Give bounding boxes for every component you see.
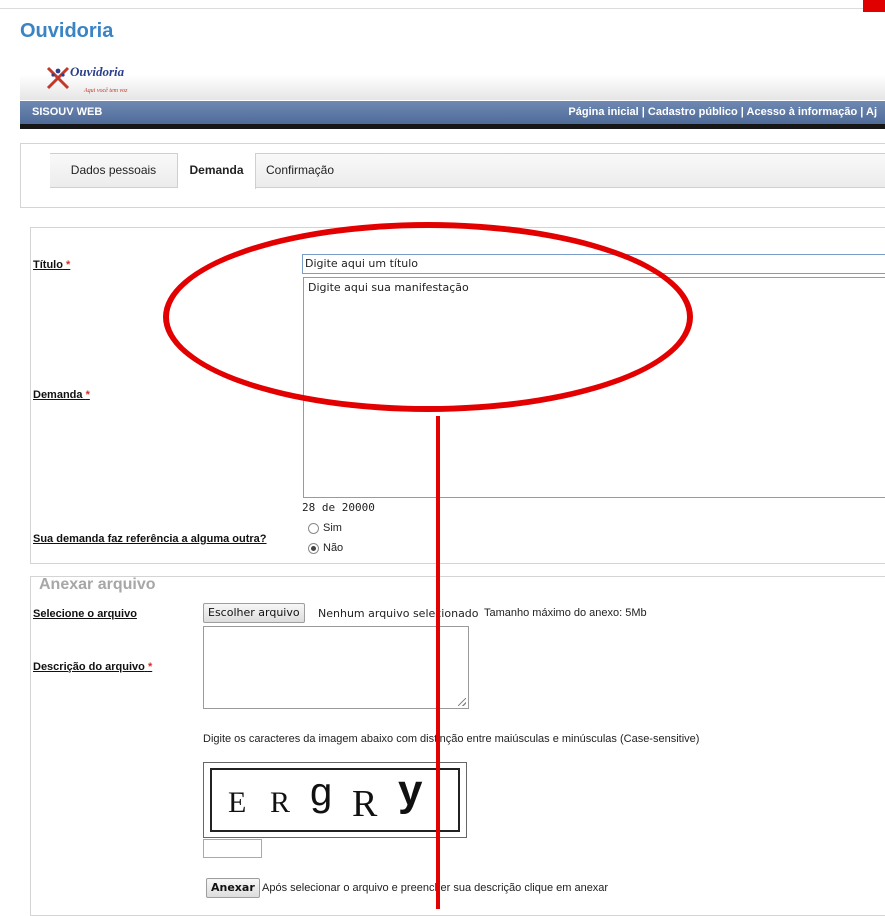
counter-current: 28 — [302, 501, 316, 514]
required-mark: * — [66, 259, 71, 271]
file-label: Selecione o arquivo — [33, 608, 137, 620]
title-label-text: Título — [33, 259, 63, 271]
radio-option-nao[interactable]: Não — [308, 542, 343, 554]
resize-grip-icon[interactable] — [458, 698, 466, 706]
captcha-frame: E R g R y — [210, 766, 460, 832]
logo-brand: Ouvidoria — [70, 64, 125, 79]
top-divider — [0, 8, 885, 9]
captcha-image: E R g R y — [203, 762, 467, 838]
description-label-text: Descrição do arquivo — [33, 661, 145, 673]
navbar-rule — [20, 124, 885, 129]
tab-confirmacao[interactable]: Confirmação — [256, 153, 356, 188]
logo-banner: Ouvidoria Aqui você tem voz — [20, 58, 885, 100]
attach-button[interactable]: Anexar — [206, 878, 260, 898]
corner-mark — [863, 0, 885, 12]
page-title: Ouvidoria — [20, 20, 114, 42]
nav-separator: | — [638, 106, 648, 118]
tab-demanda[interactable]: Demanda — [178, 153, 256, 189]
captcha-char: g — [310, 770, 333, 814]
required-mark: * — [147, 661, 153, 673]
radio-nao[interactable] — [308, 542, 319, 554]
annotation-line — [436, 416, 440, 909]
captcha-char: y — [398, 766, 423, 815]
nav-link-help[interactable]: Aj — [866, 106, 877, 118]
nav-separator: | — [737, 106, 747, 118]
file-description-textarea[interactable] — [203, 626, 469, 709]
captcha-input[interactable] — [203, 839, 262, 858]
tab-dados-pessoais[interactable]: Dados pessoais — [50, 153, 178, 188]
no-file-text: Nenhum arquivo selecionado — [318, 607, 479, 620]
demand-label: Demanda * — [33, 389, 90, 401]
demand-label-text: Demanda — [33, 389, 83, 401]
ouvidoria-logo[interactable]: Ouvidoria Aqui você tem voz — [44, 62, 154, 98]
nav-link-public-register[interactable]: Cadastro público — [648, 106, 738, 118]
top-navbar: SISOUV WEB Página inicial | Cadastro púb… — [20, 101, 885, 124]
description-label: Descrição do arquivo * — [33, 661, 152, 673]
logo-tagline: Aqui você tem voz — [84, 88, 128, 94]
character-counter: 28 de 20000 — [302, 501, 375, 514]
captcha-instructions: Digite os caracteres da imagem abaixo co… — [203, 733, 700, 745]
radio-sim-label: Sim — [323, 522, 342, 534]
radio-nao-label: Não — [323, 542, 344, 554]
nav-link-home[interactable]: Página inicial — [568, 106, 638, 118]
reference-question: Sua demanda faz referência a alguma outr… — [33, 533, 267, 545]
nav-link-access-info[interactable]: Acesso à informação — [747, 106, 858, 118]
counter-max: 20000 — [341, 501, 375, 514]
system-name: SISOUV WEB — [32, 106, 103, 118]
radio-sim[interactable] — [308, 522, 319, 534]
nav-separator: | — [857, 106, 866, 118]
max-size-text: Tamanho máximo do anexo: 5Mb — [484, 607, 647, 619]
choose-file-button[interactable]: Escolher arquivo — [203, 603, 305, 623]
captcha-char: R — [270, 786, 291, 819]
annotation-ellipse — [163, 222, 693, 412]
attach-legend: Anexar arquivo — [39, 576, 156, 593]
navbar-links: Página inicial | Cadastro público | Aces… — [568, 106, 877, 118]
captcha-char: R — [352, 783, 378, 825]
captcha-char: E — [228, 786, 247, 819]
required-mark: * — [85, 389, 90, 401]
title-label: Título * — [33, 259, 70, 271]
radio-option-sim[interactable]: Sim — [308, 522, 342, 534]
counter-separator: de — [321, 501, 336, 514]
